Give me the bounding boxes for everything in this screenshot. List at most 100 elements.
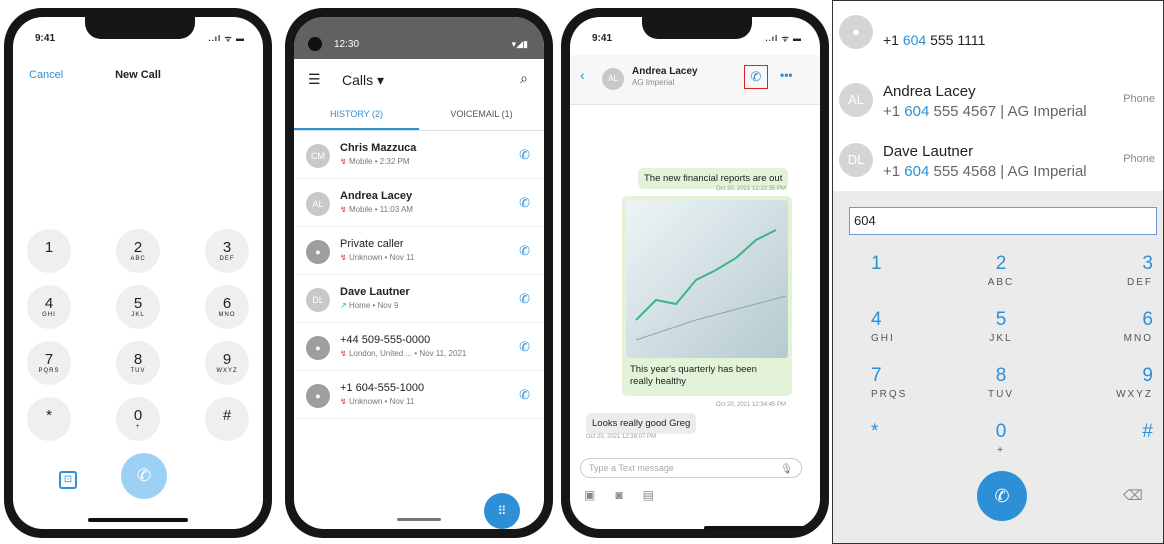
- key-letters: PRQS: [871, 389, 908, 400]
- avatar: ●: [306, 384, 330, 408]
- result-row[interactable]: DL Dave Lautner +1 604 555 4568 | AG Imp…: [833, 133, 1163, 193]
- more-icon[interactable]: •••: [780, 68, 793, 82]
- app-bar: ☰ Calls ▾ ⌕: [294, 59, 544, 99]
- dial-key[interactable]: *: [27, 397, 71, 441]
- home-indicator: [704, 526, 804, 530]
- key-digit: 0: [995, 421, 1007, 442]
- phone-icon[interactable]: ✆: [519, 339, 530, 355]
- call-detail: ↯ Mobile • 11:03 AM: [340, 205, 413, 214]
- phone-icon[interactable]: ✆: [519, 387, 530, 403]
- dial-key[interactable]: #: [1054, 421, 1161, 469]
- dial-key[interactable]: 5 JKL: [116, 285, 160, 329]
- key-digit: *: [46, 406, 52, 424]
- photo-line-2: [635, 295, 787, 341]
- call-row[interactable]: DL Dave Lautner ↗ Home • Nov 9 ✆: [294, 275, 544, 323]
- call-name: Private caller: [340, 238, 404, 250]
- call-detail: ↯ London, United ... • Nov 11, 2021: [340, 349, 467, 358]
- phone-calls-history: 12:30 ▾◢▮ ☰ Calls ▾ ⌕ HISTORY (2) VOICEM…: [285, 8, 553, 538]
- phone-icon[interactable]: ✆: [519, 243, 530, 259]
- avatar: AL: [839, 83, 873, 117]
- dial-key[interactable]: 7 PRQS: [841, 365, 948, 413]
- dial-key[interactable]: 4 GHI: [27, 285, 71, 329]
- contacts-book-icon[interactable]: ⊡: [59, 471, 77, 489]
- hamburger-menu-icon[interactable]: ☰: [308, 71, 321, 88]
- message-timestamp: Oct 20, 2021 12:34:45 PM: [716, 402, 787, 408]
- call-name: Andrea Lacey: [340, 190, 413, 202]
- dial-key[interactable]: 1: [841, 253, 948, 301]
- number-field[interactable]: 604: [849, 207, 1157, 235]
- back-chevron-icon[interactable]: ‹: [580, 67, 585, 83]
- key-letters: WXYZ: [216, 367, 238, 374]
- dial-key[interactable]: 5 JKL: [948, 309, 1055, 357]
- dial-key[interactable]: 0 +: [116, 397, 160, 441]
- message-timestamp: Oct 20, 2021 12:22:35 PM: [716, 186, 787, 192]
- backspace-icon[interactable]: ⌫: [1123, 487, 1143, 504]
- result-row[interactable]: AL Andrea Lacey +1 604 555 4567 | AG Imp…: [833, 73, 1163, 133]
- dial-key[interactable]: 1: [27, 229, 71, 273]
- message-bubble-in: Looks really good Greg: [586, 413, 697, 434]
- call-row[interactable]: ● Private caller ↯ Unknown • Nov 11 ✆: [294, 227, 544, 275]
- avatar: DL: [839, 143, 873, 177]
- call-detail: ↯ Unknown • Nov 11: [340, 397, 415, 406]
- dialpad-icon: ⠿: [497, 504, 507, 518]
- key-digit: 5: [995, 309, 1007, 330]
- key-digit: 8: [133, 350, 143, 368]
- call-name: +1 604-555-1000: [340, 382, 425, 394]
- dial-key[interactable]: 8 TUV: [116, 341, 160, 385]
- result-number: +1 604 555 4568 | AG Imperial: [883, 163, 1087, 180]
- tab-voicemail[interactable]: VOICEMAIL (1): [419, 99, 544, 130]
- call-button[interactable]: ✆: [121, 453, 167, 499]
- phone-icon[interactable]: ✆: [519, 291, 530, 307]
- call-button[interactable]: ✆: [977, 471, 1027, 521]
- key-letters: DEF: [219, 255, 235, 262]
- dial-key[interactable]: 0 +: [948, 421, 1055, 469]
- gallery-icon[interactable]: ▣: [584, 488, 615, 502]
- dial-key[interactable]: *: [841, 421, 948, 469]
- avatar: ●: [306, 240, 330, 264]
- status-icons: ..ıl ᯤ ▬: [208, 34, 245, 43]
- microphone-icon[interactable]: 🎙: [780, 461, 793, 479]
- dial-key[interactable]: 8 TUV: [948, 365, 1055, 413]
- camera-hole: [308, 37, 322, 51]
- dial-key[interactable]: #: [205, 397, 249, 441]
- cancel-button[interactable]: Cancel: [29, 69, 63, 81]
- call-detail: ↯ Unknown • Nov 11: [340, 253, 415, 262]
- dial-key[interactable]: 3 DEF: [1054, 253, 1161, 301]
- key-digit: 5: [133, 294, 143, 312]
- missed-call-icon: ↯: [340, 157, 347, 166]
- phone-icon[interactable]: ✆: [519, 147, 530, 163]
- calls-dropdown[interactable]: Calls ▾: [342, 72, 384, 89]
- key-digit: 6: [222, 294, 232, 312]
- call-name: Chris Mazzuca: [340, 142, 417, 154]
- dialpad-fab-button[interactable]: ⠿: [484, 493, 520, 529]
- call-row[interactable]: ● +44 509-555-0000 ↯ London, United ... • …: [294, 323, 544, 371]
- result-type-label: Phone: [1123, 153, 1155, 165]
- call-row[interactable]: ● +1 604-555-1000 ↯ Unknown • Nov 11 ✆: [294, 371, 544, 419]
- dial-key[interactable]: 2 ABC: [948, 253, 1055, 301]
- tab-history[interactable]: HISTORY (2): [294, 99, 419, 130]
- dial-key[interactable]: 3 DEF: [205, 229, 249, 273]
- call-button[interactable]: ✆: [744, 65, 768, 89]
- dial-key[interactable]: 9 WXYZ: [205, 341, 249, 385]
- document-icon[interactable]: ▤: [643, 488, 674, 502]
- contact-company: AG Imperial: [632, 78, 675, 87]
- dial-key[interactable]: 6 MNO: [1054, 309, 1161, 357]
- call-row[interactable]: AL Andrea Lacey ↯ Mobile • 11:03 AM ✆: [294, 179, 544, 227]
- phone-icon[interactable]: ✆: [519, 195, 530, 211]
- dial-key[interactable]: 6 MNO: [205, 285, 249, 329]
- dial-key[interactable]: 9 WXYZ: [1054, 365, 1161, 413]
- result-row[interactable]: ● +1 604 555 1111: [833, 9, 1163, 69]
- camera-icon[interactable]: ◙: [615, 488, 642, 502]
- missed-call-icon: ↯: [340, 205, 347, 214]
- search-icon[interactable]: ⌕: [520, 70, 528, 87]
- dial-key[interactable]: 7 PQRS: [27, 341, 71, 385]
- avatar: CM: [306, 144, 330, 168]
- key-digit: 0: [133, 406, 143, 424]
- dial-key[interactable]: 4 GHI: [841, 309, 948, 357]
- missed-call-icon: ↯: [340, 397, 347, 406]
- message-input[interactable]: Type a Text message 🎙: [580, 458, 802, 478]
- dial-key[interactable]: 2 ABC: [116, 229, 160, 273]
- call-row[interactable]: CM Chris Mazzuca ↯ Mobile • 2:32 PM ✆: [294, 131, 544, 179]
- key-letters: ABC: [987, 277, 1015, 288]
- message-timestamp: Oct 20, 2021 12:38:07 PM: [586, 434, 657, 440]
